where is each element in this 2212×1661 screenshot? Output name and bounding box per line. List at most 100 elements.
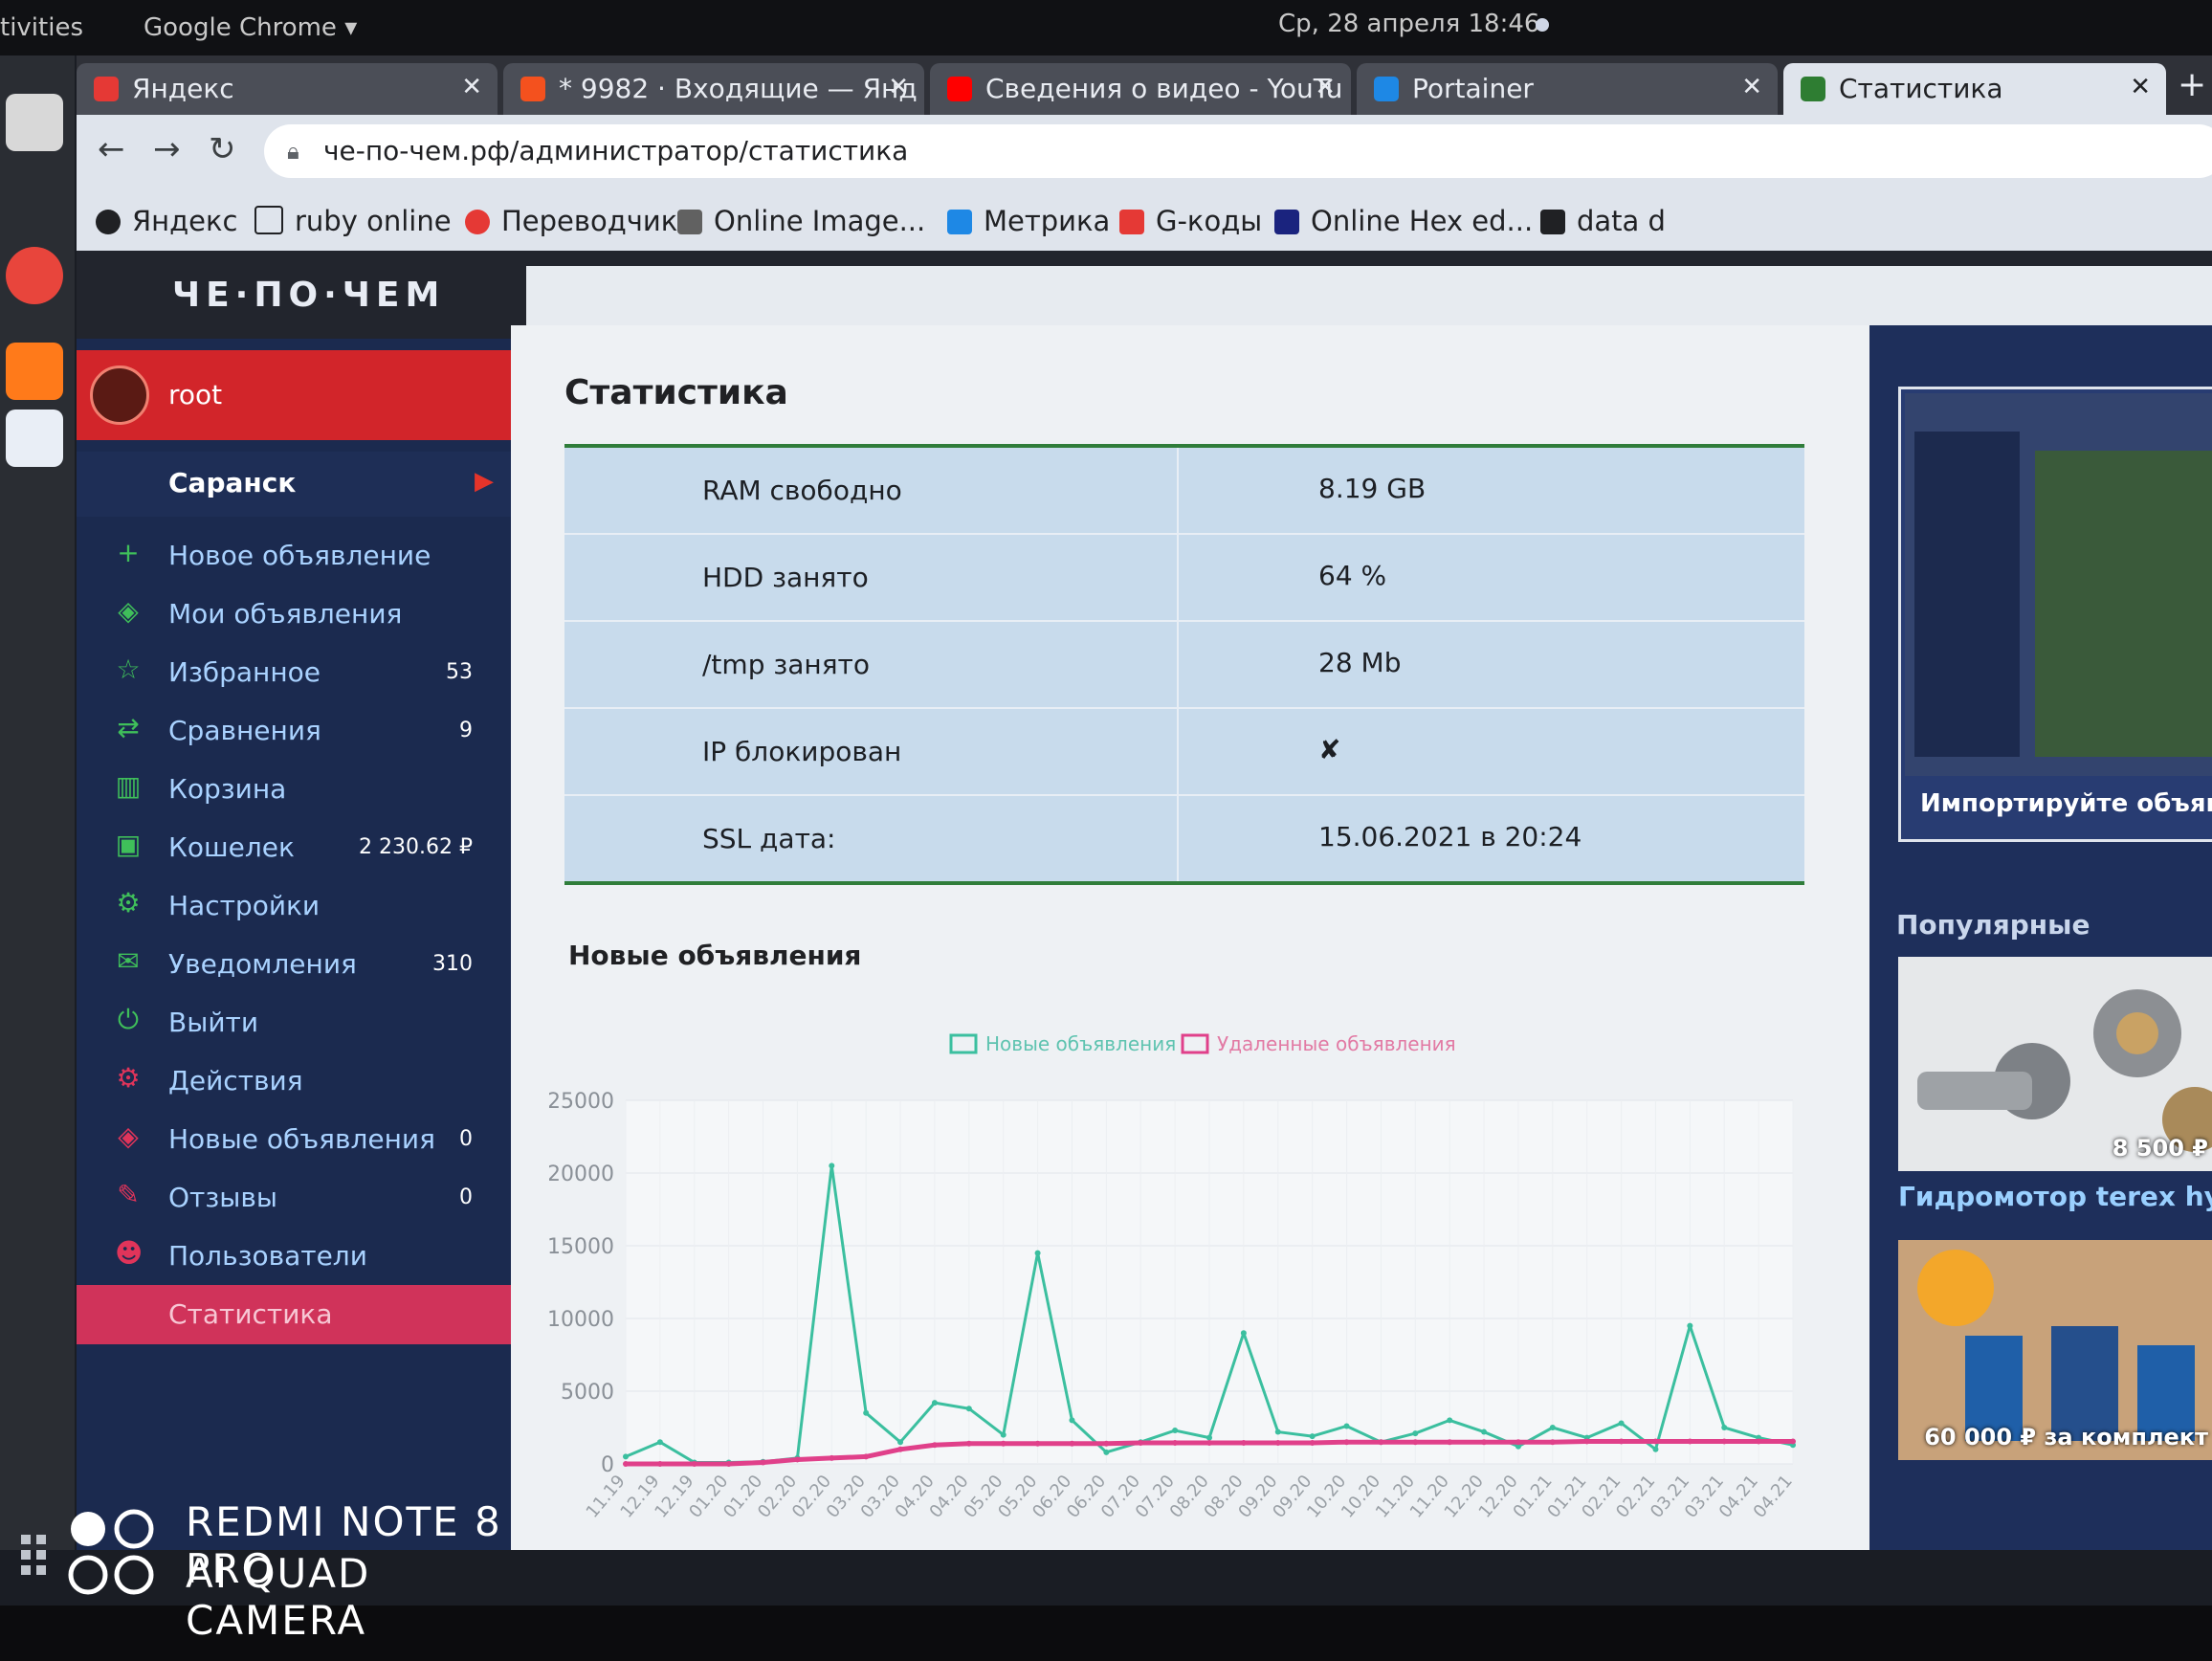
tab-youtube[interactable]: Сведения о видео - YouTu ✕ (930, 63, 1351, 115)
hex-editor-icon (1274, 210, 1299, 234)
close-icon[interactable]: ✕ (1741, 73, 1762, 101)
data-point (965, 1440, 972, 1447)
sidebar-item[interactable]: ▣ Кошелек 2 230.62 ₽ (77, 818, 511, 877)
sidebar-item-label: Новые объявления (168, 1123, 435, 1155)
activities-button[interactable]: tivities (0, 13, 83, 42)
tab-mail[interactable]: * 9982 · Входящие — Янд ✕ (503, 63, 924, 115)
tab-strip: Яндекс ✕ * 9982 · Входящие — Янд ✕ Сведе… (77, 55, 2212, 115)
close-icon[interactable]: ✕ (1315, 73, 1336, 101)
stats-row: /tmp занято 28 Mb (564, 622, 1804, 709)
new-tab-icon[interactable]: + (2178, 65, 2206, 104)
sidebar-item-label: Корзина (168, 773, 287, 805)
bookmark-label: Яндекс (132, 205, 238, 237)
data-point (656, 1461, 663, 1467)
sidebar-item[interactable]: ☻ Пользователи (77, 1227, 511, 1286)
popular-card[interactable]: 8 500 ₽ (1898, 957, 2212, 1171)
back-arrow-icon[interactable]: ← (98, 130, 125, 168)
sidebar-item[interactable]: ✉ Уведомления 310 (77, 935, 511, 994)
lock-icon: 🔒︎ (287, 138, 299, 165)
statistics-favicon-icon (1801, 77, 1825, 101)
sublime-icon[interactable] (6, 343, 63, 400)
bookmark-yandex[interactable]: Яндекс (96, 205, 237, 237)
ruby-t-icon (254, 206, 283, 234)
sidebar-item-label: Мои объявления (168, 598, 403, 630)
bookmark-online-image[interactable]: Online Image... (677, 205, 925, 237)
data-point (1481, 1428, 1488, 1435)
data-point (1000, 1440, 1006, 1447)
clock[interactable]: Ср, 28 апреля 18:46 (1278, 10, 1539, 38)
text-editor-icon[interactable] (6, 410, 63, 467)
column-divider (1177, 448, 1179, 533)
popular-title: Популярные (1896, 909, 2090, 941)
card-price: 60 000 ₽ за комплект (1924, 1424, 2208, 1451)
sidebar-item[interactable]: ◈ Новые объявления 0 (77, 1110, 511, 1169)
app-menu[interactable]: Google Chrome ▾ (144, 13, 357, 42)
card-title[interactable]: Гидромотор terex hydraulics- (1898, 1181, 2212, 1212)
data-point (965, 1406, 972, 1412)
sidebar-item-label: Выйти (168, 1007, 259, 1038)
reload-icon[interactable]: ↻ (209, 130, 236, 168)
stats-row: SSL дата: 15.06.2021 в 20:24 (564, 796, 1804, 881)
user-panel[interactable]: root (77, 350, 511, 440)
popular-card[interactable]: 60 000 ₽ за комплект (1898, 1240, 2212, 1460)
chrome-icon[interactable] (6, 247, 63, 304)
bookmark-translator[interactable]: Переводчик (465, 205, 677, 237)
data-point (1138, 1439, 1144, 1446)
site-logo[interactable]: ЧЕ·ПО·ЧЕМ (172, 276, 445, 315)
sidebar-item[interactable]: Статистика (77, 1285, 511, 1344)
sidebar-item[interactable]: ☆ Избранное 53 (77, 643, 511, 702)
sidebar-item[interactable]: ⏻ Выйти (77, 993, 511, 1052)
sidebar-item[interactable]: ⚙ Действия (77, 1052, 511, 1111)
tab-portainer[interactable]: Portainer ✕ (1357, 63, 1778, 115)
sidebar-item-label: Настройки (168, 890, 321, 921)
feedback-icon: ✎ (117, 1179, 140, 1210)
tab-label: * 9982 · Входящие — Янд (559, 73, 918, 104)
forward-arrow-icon[interactable]: → (153, 130, 181, 168)
stats-value: 64 % (1318, 560, 1387, 591)
layers-red-icon: ◈ (118, 1120, 139, 1152)
tab-label: Сведения о видео - YouTu (985, 73, 1343, 104)
bookmark-metrika[interactable]: Метрика (947, 205, 1110, 237)
city-selector[interactable]: Саранск ▶ (77, 452, 511, 517)
close-icon[interactable]: ✕ (2130, 73, 2151, 101)
sidebar-item[interactable]: ✎ Отзывы 0 (77, 1168, 511, 1228)
data-point (1172, 1439, 1179, 1446)
legend-swatch (1181, 1033, 1209, 1054)
promo-caption: Импортируйте объявлени (1920, 789, 2212, 818)
dock (0, 55, 75, 1550)
tab-yandex[interactable]: Яндекс ✕ (77, 63, 498, 115)
files-icon[interactable] (6, 94, 63, 151)
bookmark-label: ruby online (295, 205, 452, 237)
sidebar-item[interactable]: ⚙ Настройки (77, 876, 511, 936)
cog-red-icon: ⚙ (116, 1062, 141, 1094)
data-point (1274, 1428, 1281, 1435)
data-point (725, 1461, 732, 1467)
close-icon[interactable]: ✕ (888, 73, 909, 101)
stats-row: IP блокирован ✘ (564, 709, 1804, 796)
bookmark-online-hex[interactable]: Online Hex ed... (1274, 205, 1533, 237)
sidebar-item[interactable]: + Новое объявление (77, 526, 511, 586)
address-bar[interactable]: 🔒︎ че-по-чем.рф/администратор/статистика (264, 124, 2212, 178)
data-point (1206, 1434, 1212, 1441)
y-tick-label: 10000 (549, 1308, 614, 1332)
import-promo-banner[interactable]: Импортируйте объявлени (1898, 387, 2212, 842)
tab-statistics[interactable]: Статистика ✕ (1783, 63, 2166, 115)
close-icon[interactable]: ✕ (461, 73, 482, 101)
app-name: Google Chrome (144, 13, 337, 42)
bookmark-data[interactable]: data d (1540, 205, 1666, 237)
stats-value: 8.19 GB (1318, 473, 1427, 504)
sidebar-item-count: 0 (459, 1185, 473, 1209)
sidebar-item-label: Пользователи (168, 1240, 367, 1272)
camera-watermark: REDMI NOTE 8 PRO AI QUAD CAMERA (17, 1493, 553, 1644)
bookmark-ruby-online[interactable]: ruby online (254, 205, 452, 237)
youtube-favicon-icon (947, 77, 972, 101)
sidebar-item[interactable]: ⇄ Сравнения 9 (77, 701, 511, 761)
yandex-icon (96, 210, 121, 234)
bookmark-g-codes[interactable]: G-коды (1119, 205, 1262, 237)
sidebar-item[interactable]: ◈ Мои объявления (77, 585, 511, 644)
main-content: Статистика RAM свободно 8.19 GB HDD занято… (511, 325, 1869, 1550)
new-listings-chart: 050001000015000200002500011.1912.1912.19… (549, 1032, 1797, 1522)
avatar (90, 365, 149, 425)
sidebar-item[interactable]: ▥ Корзина (77, 760, 511, 819)
watermark-line-2: AI QUAD CAMERA (186, 1550, 371, 1644)
